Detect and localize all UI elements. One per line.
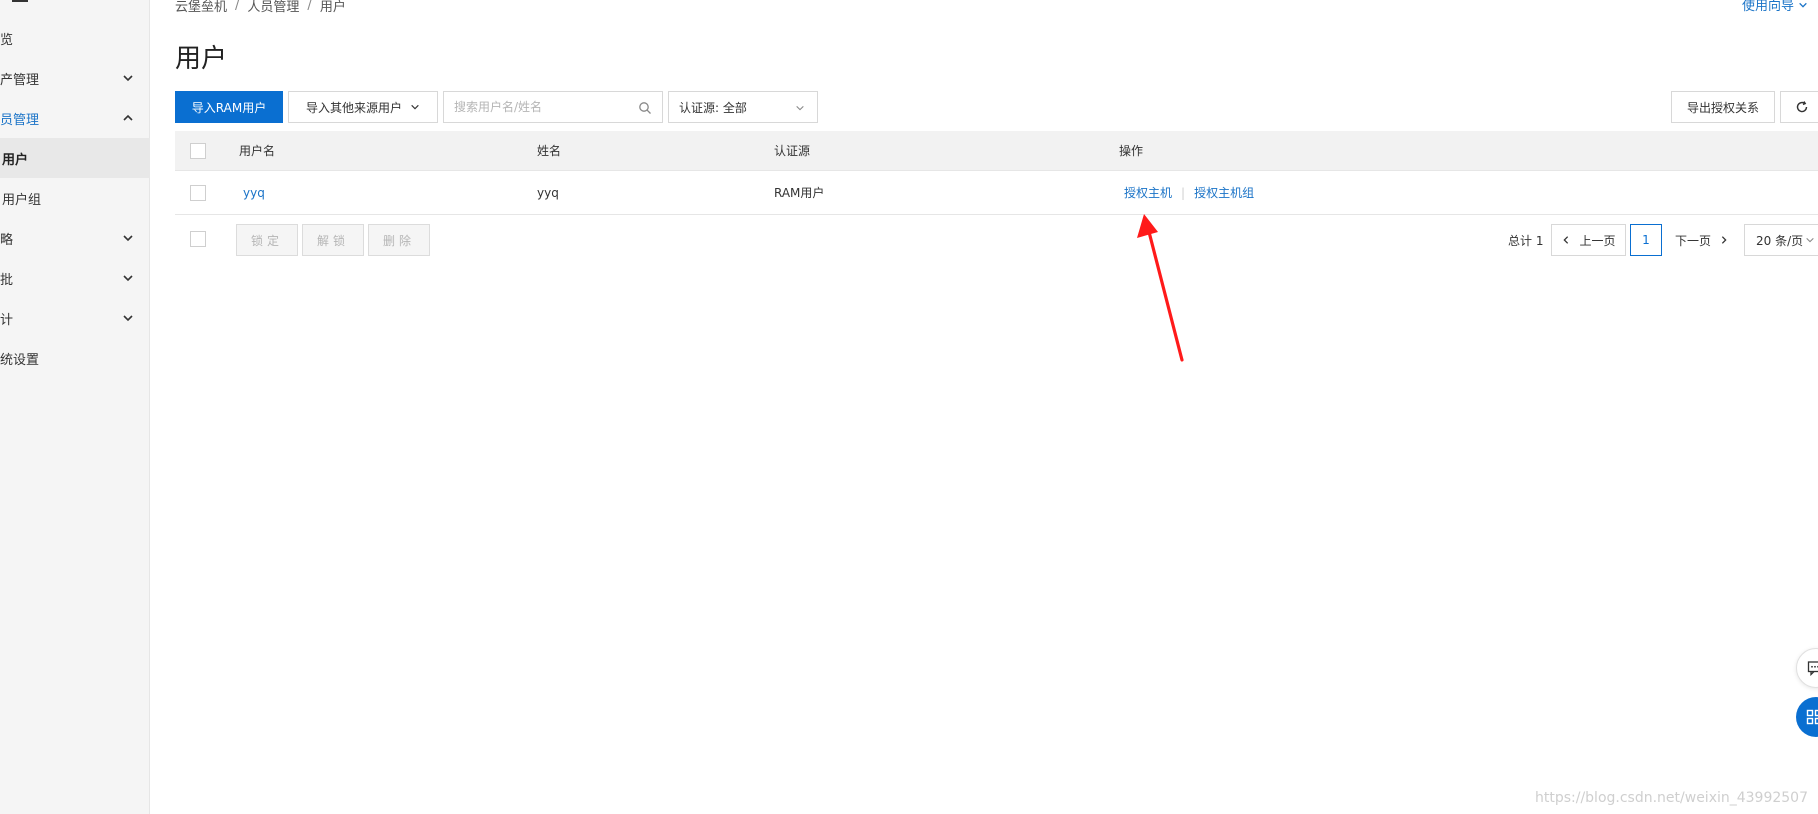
chevron-down-icon: [411, 104, 419, 110]
action-divider: |: [1181, 185, 1186, 200]
chevron-down-icon: [1799, 2, 1807, 8]
app-grid-button[interactable]: [1796, 697, 1818, 737]
table-header: 用户名 姓名 认证源 操作: [175, 131, 1818, 171]
column-header-auth-source: 认证源: [774, 144, 811, 158]
sidebar-item-label: 用户: [2, 152, 29, 168]
authorize-host-group-link[interactable]: 授权主机组: [1194, 184, 1254, 201]
chevron-up-icon: [123, 114, 133, 121]
import-ram-user-label: 导入RAM用户: [191, 100, 267, 115]
chevron-right-icon: [1721, 236, 1727, 244]
sidebar-item-users[interactable]: 用户: [0, 138, 150, 178]
chevron-down-icon: [123, 315, 133, 322]
auth-source-select[interactable]: 认证源: 全部: [668, 91, 818, 123]
prev-page-label: 上一页: [1579, 233, 1616, 248]
search-input[interactable]: [454, 100, 634, 114]
chevron-down-icon: [123, 235, 133, 242]
page-size-label: 20 条/页: [1756, 233, 1804, 248]
sidebar-item-label: 统设置: [0, 352, 40, 368]
chevron-left-icon: [1563, 236, 1569, 244]
watermark-text: https://blog.csdn.net/weixin_43992507: [1534, 790, 1808, 806]
auth-source-cell: RAM用户: [774, 186, 825, 200]
chevron-down-icon: [1806, 237, 1814, 243]
sidebar-item-asset-management[interactable]: 产管理: [0, 60, 150, 96]
grid-icon: [1806, 709, 1818, 725]
sidebar-item-approval[interactable]: 批: [0, 260, 150, 296]
sidebar-item-label: 略: [0, 232, 14, 248]
usage-guide-label: 使用向导: [1741, 0, 1794, 14]
username-link[interactable]: yyq: [243, 171, 265, 214]
sidebar: 览 产管理 员管理 用户 用户组 略 批 计 统设置: [0, 0, 150, 814]
authorize-host-link[interactable]: 授权主机: [1124, 184, 1172, 201]
actions-cell: 授权主机 | 授权主机组: [1124, 171, 1254, 214]
export-authorization-label: 导出授权关系: [1686, 100, 1759, 115]
search-box: [443, 91, 663, 123]
sidebar-item-label: 用户组: [2, 192, 42, 208]
breadcrumb: 云堡垒机 / 人员管理 / 用户: [175, 0, 346, 15]
sidebar-item-label: 览: [0, 32, 14, 48]
refresh-icon: [1796, 101, 1808, 113]
bulk-select-checkbox[interactable]: [190, 231, 206, 247]
select-all-checkbox[interactable]: [190, 143, 206, 159]
next-page-label: 下一页: [1674, 233, 1711, 248]
sidebar-item-label: 产管理: [0, 72, 40, 88]
page-title: 用户: [175, 44, 228, 74]
import-ram-user-button[interactable]: 导入RAM用户: [175, 91, 283, 123]
column-header-username: 用户名: [239, 144, 276, 158]
unlock-button[interactable]: 解锁: [302, 224, 364, 256]
delete-button[interactable]: 删除: [368, 224, 430, 256]
breadcrumb-item[interactable]: 人员管理: [247, 0, 299, 15]
sidebar-item-overview[interactable]: 览: [0, 20, 150, 56]
sidebar-item-policies[interactable]: 略: [0, 220, 150, 256]
export-authorization-button[interactable]: 导出授权关系: [1671, 91, 1775, 123]
import-other-source-label: 导入其他来源用户: [305, 100, 402, 115]
import-other-source-user-button[interactable]: 导入其他来源用户: [288, 91, 438, 123]
chevron-down-icon: [796, 105, 804, 111]
feedback-chat-button[interactable]: [1796, 648, 1818, 688]
breadcrumb-item: 用户: [319, 0, 346, 15]
breadcrumb-item[interactable]: 云堡垒机: [175, 0, 227, 15]
search-icon[interactable]: [638, 101, 652, 115]
sidebar-item-label: 计: [0, 312, 14, 328]
auth-source-label: 认证源: 全部: [679, 100, 747, 115]
sidebar-item-personnel-management[interactable]: 员管理: [0, 100, 150, 136]
column-header-name: 姓名: [537, 144, 562, 158]
page-number-button[interactable]: 1: [1630, 224, 1662, 256]
breadcrumb-separator: /: [307, 0, 312, 13]
chat-icon: [1807, 661, 1818, 676]
refresh-button[interactable]: [1780, 91, 1818, 123]
table-row: yyq yyq RAM用户 授权主机 | 授权主机组: [175, 171, 1818, 215]
prev-page-button[interactable]: 上一页: [1551, 224, 1626, 256]
sidebar-item-system-settings[interactable]: 统设置: [0, 340, 150, 376]
usage-guide-link[interactable]: 使用向导: [1742, 0, 1808, 14]
next-page-button[interactable]: 下一页: [1666, 224, 1738, 256]
sidebar-item-audit[interactable]: 计: [0, 300, 150, 336]
sidebar-item-label: 批: [0, 272, 14, 288]
menu-icon[interactable]: [12, 0, 28, 2]
annotation-arrow: [1137, 214, 1184, 362]
column-header-actions: 操作: [1119, 144, 1144, 158]
row-checkbox[interactable]: [190, 185, 206, 201]
lock-button[interactable]: 锁定: [236, 224, 298, 256]
page-size-select[interactable]: 20 条/页: [1744, 224, 1818, 256]
chevron-down-icon: [123, 275, 133, 282]
sidebar-item-user-groups[interactable]: 用户组: [0, 180, 150, 216]
sidebar-item-label: 员管理: [0, 112, 40, 128]
chevron-down-icon: [123, 75, 133, 82]
breadcrumb-separator: /: [235, 0, 240, 13]
total-count: 总计 1: [1508, 234, 1544, 248]
name-cell: yyq: [537, 185, 559, 200]
